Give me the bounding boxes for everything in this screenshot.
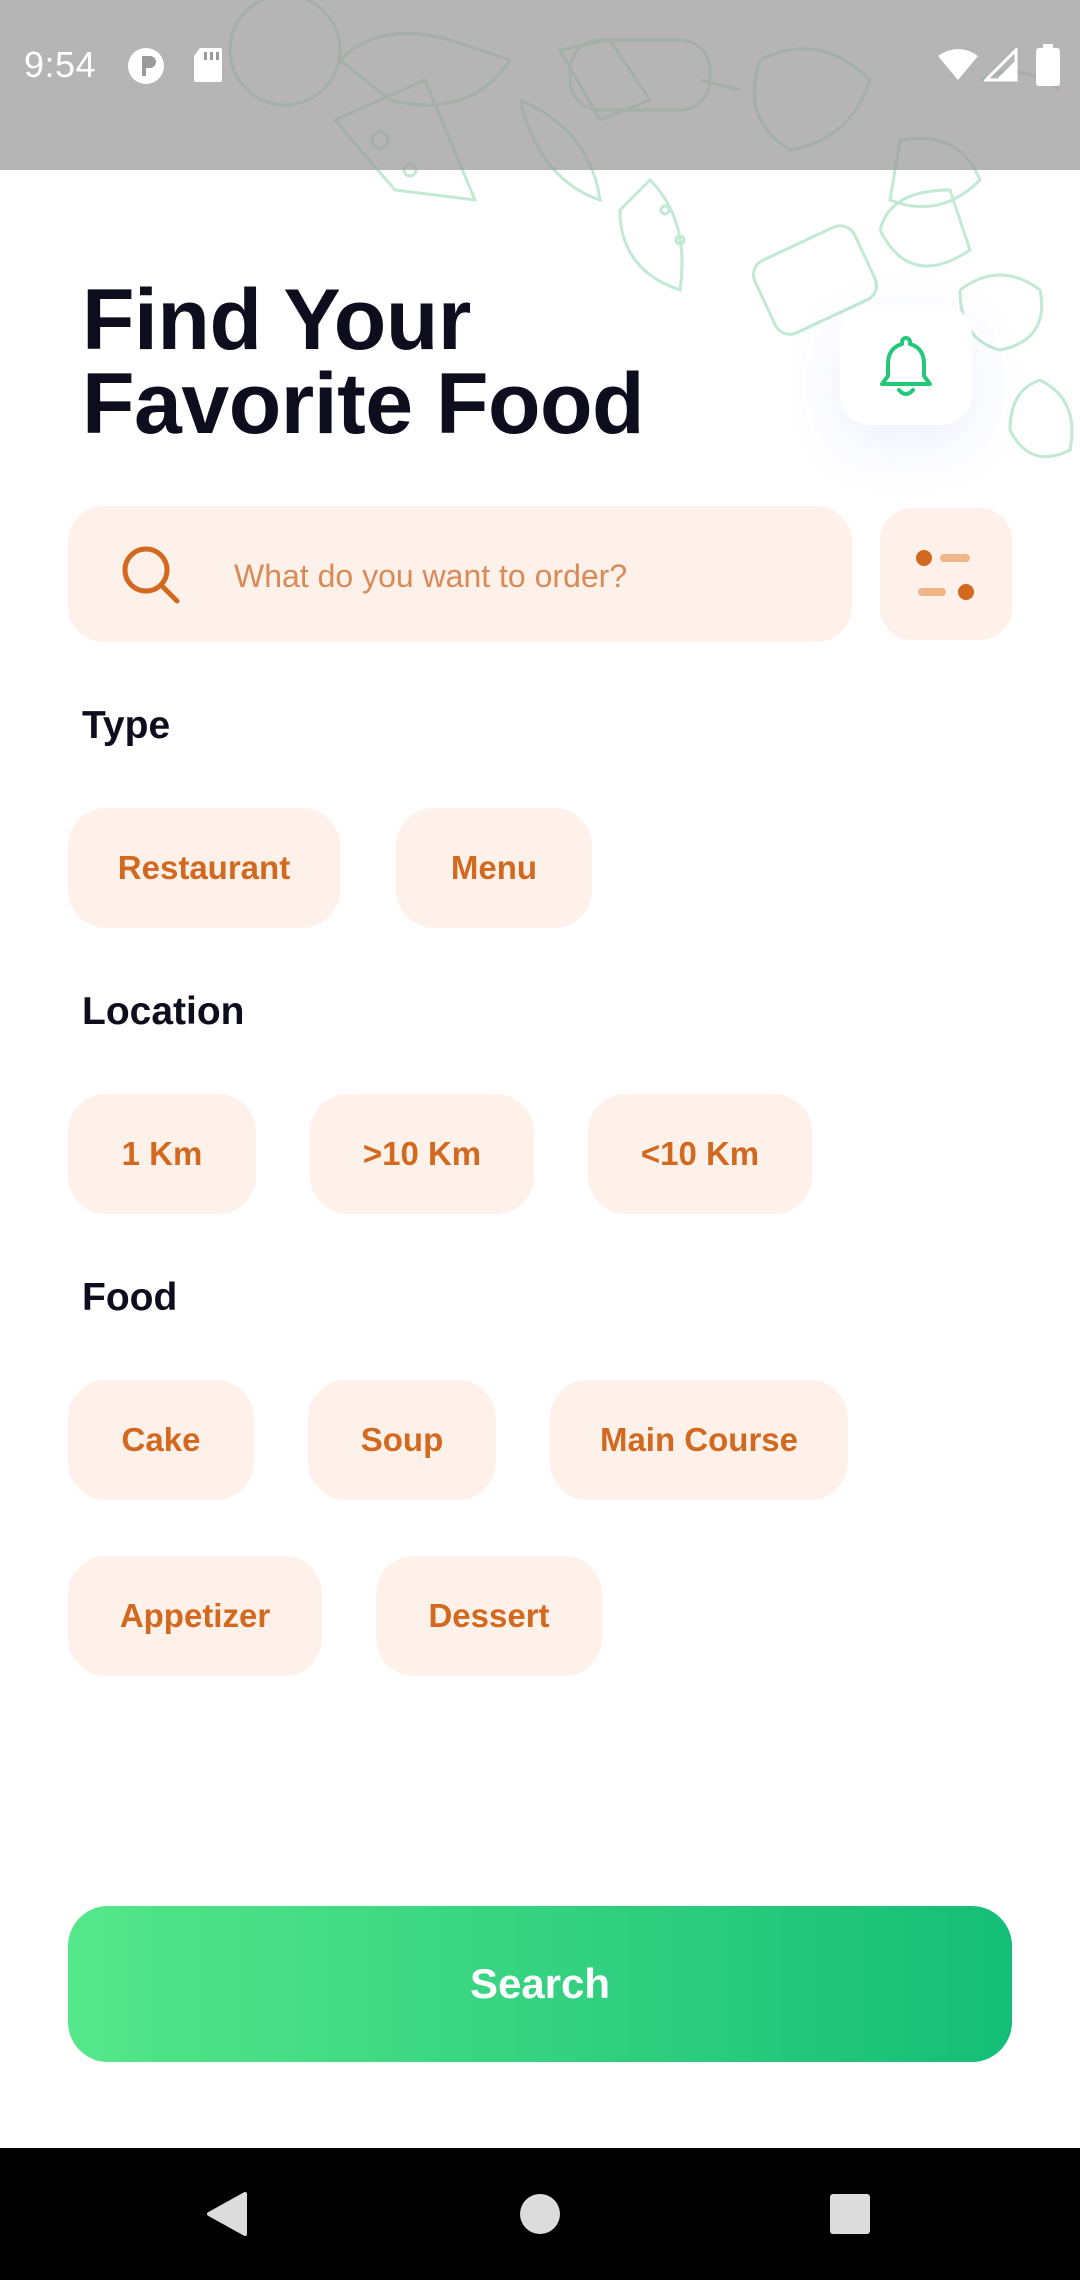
chip-dessert[interactable]: Dessert (376, 1556, 602, 1676)
nav-home-button[interactable] (460, 2148, 620, 2280)
chip-more-than-10km[interactable]: >10 Km (310, 1094, 534, 1214)
section-label-location: Location (82, 990, 245, 1033)
filter-button[interactable] (880, 508, 1012, 640)
status-bar: 9:54 (0, 0, 1080, 170)
page-title: Find Your Favorite Food (82, 272, 645, 452)
status-time: 9:54 (24, 44, 97, 85)
chip-appetizer[interactable]: Appetizer (68, 1556, 322, 1676)
sd-card-icon (194, 48, 222, 82)
search-button[interactable]: Search (68, 1906, 1012, 2062)
filter-icon (916, 550, 974, 600)
chip-1km[interactable]: 1 Km (68, 1094, 256, 1214)
cellular-signal-icon (984, 48, 1018, 82)
page-title-line1: Find Your (82, 272, 471, 368)
home-circle-icon (520, 2194, 560, 2234)
notification-button[interactable] (840, 305, 972, 425)
wifi-icon (938, 49, 978, 80)
chip-menu[interactable]: Menu (396, 808, 592, 928)
search-input[interactable] (232, 540, 816, 612)
chip-cake[interactable]: Cake (68, 1380, 254, 1500)
chip-restaurant[interactable]: Restaurant (68, 808, 340, 928)
bell-icon (880, 336, 932, 396)
nav-back-button[interactable] (146, 2148, 306, 2280)
battery-icon (1036, 44, 1060, 86)
search-bar[interactable] (68, 506, 852, 642)
nav-recents-button[interactable] (770, 2148, 930, 2280)
navigation-bar (0, 2148, 1080, 2280)
search-icon (122, 546, 180, 604)
recents-square-icon (830, 2194, 870, 2234)
chip-less-than-10km[interactable]: <10 Km (588, 1094, 812, 1214)
app-notification-icon (128, 48, 164, 84)
section-label-type: Type (82, 704, 171, 747)
section-label-food: Food (82, 1276, 178, 1319)
chip-main-course[interactable]: Main Course (550, 1380, 848, 1500)
back-triangle-icon (207, 2192, 247, 2236)
chip-soup[interactable]: Soup (308, 1380, 496, 1500)
page-title-line2: Favorite Food (82, 356, 645, 452)
